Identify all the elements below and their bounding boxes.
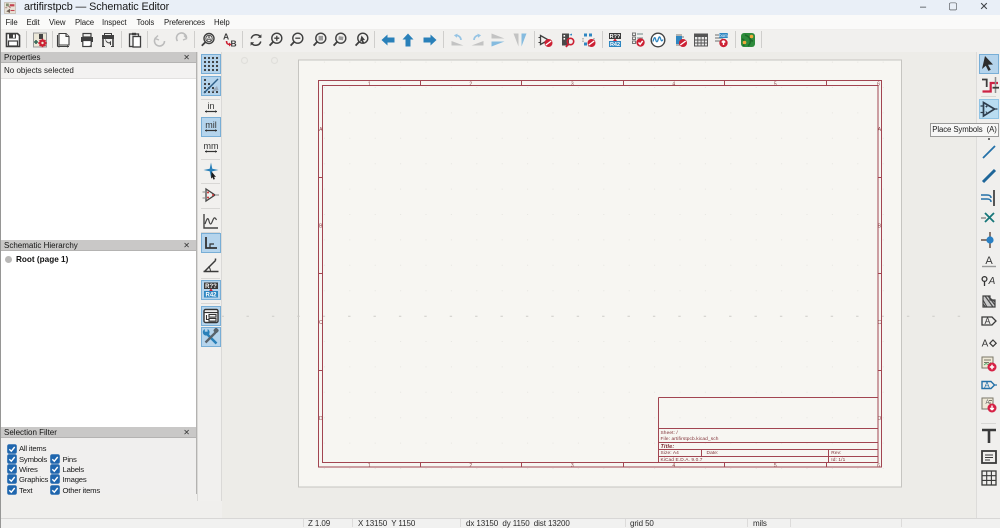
svg-text:KiCad E.D.A. 9.0.7: KiCad E.D.A. 9.0.7 xyxy=(661,457,703,463)
svg-text:5: 5 xyxy=(774,463,777,469)
svg-text:R42: R42 xyxy=(610,42,620,48)
svg-text:4: 4 xyxy=(672,463,675,469)
svg-text:1: 1 xyxy=(368,81,371,87)
svg-text:5: 5 xyxy=(774,81,777,87)
svg-text:A: A xyxy=(987,276,995,287)
svg-text:D: D xyxy=(878,416,882,422)
svg-text:mm: mm xyxy=(204,141,219,151)
svg-text:6: 6 xyxy=(877,81,880,87)
svg-text:A: A xyxy=(984,380,990,390)
svg-text:A: A xyxy=(981,339,988,350)
svg-text:R42: R42 xyxy=(205,293,217,299)
svg-text:Rev:: Rev: xyxy=(831,450,841,456)
svg-text:2: 2 xyxy=(469,463,472,469)
svg-text:A: A xyxy=(223,32,229,42)
svg-text:Title:: Title: xyxy=(661,444,675,450)
svg-text:bom: bom xyxy=(719,33,728,38)
svg-text:1: 1 xyxy=(368,463,371,469)
svg-text:Sheet: /: Sheet: / xyxy=(661,430,679,436)
svg-text:6: 6 xyxy=(877,463,880,469)
svg-text:B: B xyxy=(230,39,236,49)
svg-text:Size: A4: Size: A4 xyxy=(661,450,680,456)
svg-text:D: D xyxy=(319,416,323,422)
svg-text:A: A xyxy=(984,316,990,326)
svg-text:C: C xyxy=(878,320,882,326)
svg-text:A: A xyxy=(985,255,993,267)
svg-text:mil: mil xyxy=(205,120,217,130)
svg-text:C: C xyxy=(319,320,323,326)
svg-text:File: artifirstpcb.kicad_sch: File: artifirstpcb.kicad_sch xyxy=(661,436,719,442)
svg-text:in: in xyxy=(207,101,214,111)
svg-text:Id: 1/1: Id: 1/1 xyxy=(831,457,845,463)
svg-text:3: 3 xyxy=(571,81,574,87)
svg-text:4: 4 xyxy=(672,81,675,87)
svg-text:Date:: Date: xyxy=(707,450,719,456)
svg-text:2: 2 xyxy=(469,81,472,87)
svg-text:3: 3 xyxy=(571,463,574,469)
